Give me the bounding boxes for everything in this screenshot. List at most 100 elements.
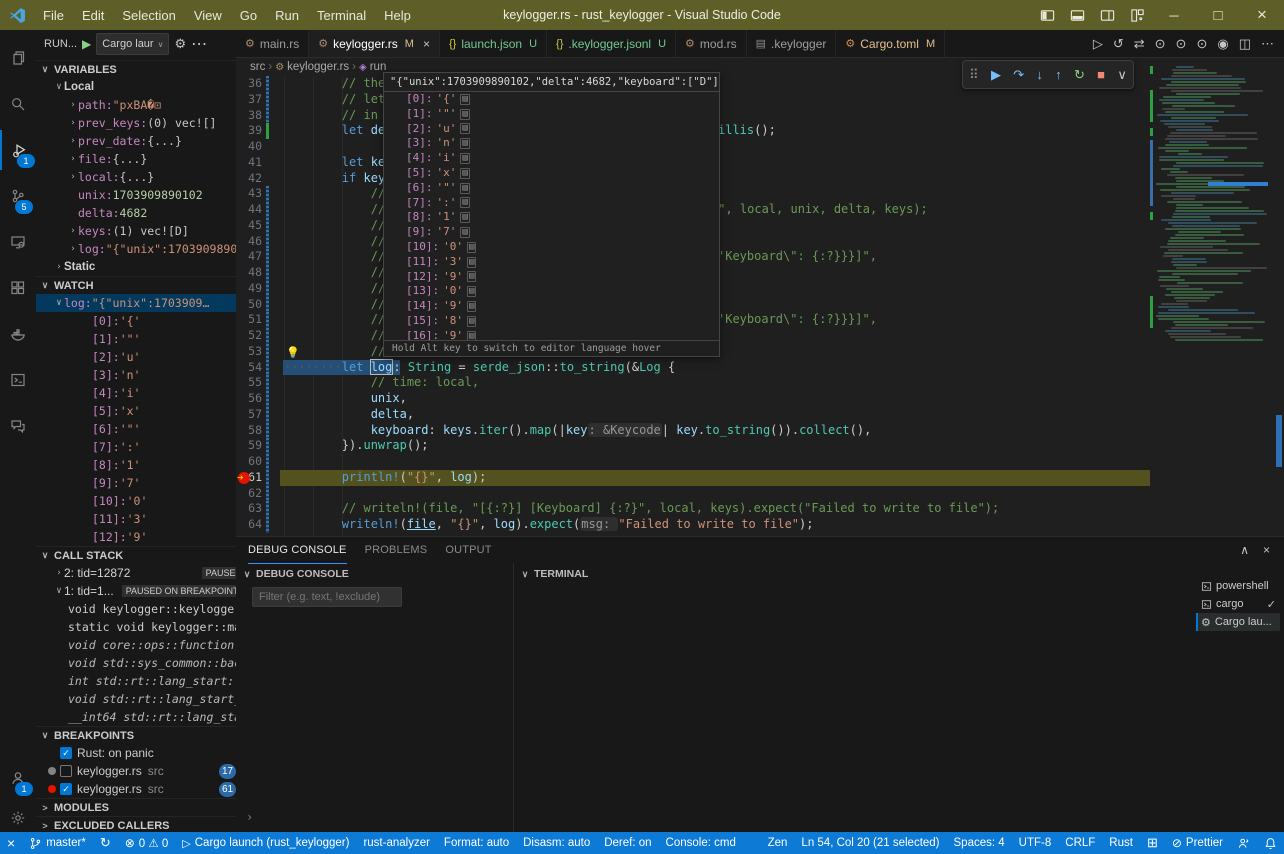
run-file-icon[interactable]: ▷ bbox=[1093, 36, 1103, 52]
continue-icon[interactable]: ▶ bbox=[991, 67, 1001, 83]
variable-file[interactable]: ›file: {...} bbox=[36, 150, 237, 168]
hover-char-row[interactable]: [9]:'7'▤ bbox=[384, 225, 719, 240]
variable-keys[interactable]: ›keys: (1) vec![D] bbox=[36, 222, 237, 240]
hover-char-row[interactable]: [12]:'9'▤ bbox=[384, 270, 719, 285]
activity-terminal[interactable] bbox=[0, 360, 36, 400]
activity-run-and-debug[interactable]: 1 bbox=[0, 130, 38, 170]
stack-frame-4[interactable]: int std::rt::lang_start::cl bbox=[36, 672, 237, 690]
modules-section-header[interactable]: >MODULES bbox=[36, 798, 236, 816]
panel-tab-debug-console[interactable]: DEBUG CONSOLE bbox=[248, 537, 347, 564]
step-out-icon[interactable]: ↑ bbox=[1055, 67, 1062, 82]
stack-frame-1[interactable]: static void keylogger::main bbox=[36, 618, 237, 636]
customize-layout-icon[interactable] bbox=[1122, 0, 1152, 30]
activity-comments[interactable] bbox=[0, 406, 36, 446]
watch-item-6[interactable]: [6]: '"' bbox=[36, 420, 237, 438]
menu-view[interactable]: View bbox=[185, 0, 231, 30]
menu-selection[interactable]: Selection bbox=[113, 0, 184, 30]
watch-item-11[interactable]: [11]: '3' bbox=[36, 510, 237, 528]
hover-char-row[interactable]: [10]:'0'▤ bbox=[384, 240, 719, 255]
activity-remote-explorer[interactable] bbox=[0, 222, 36, 262]
hover-char-row[interactable]: [11]:'3'▤ bbox=[384, 255, 719, 270]
view-binary-data-icon[interactable]: ▤ bbox=[460, 212, 469, 223]
view-binary-data-icon[interactable]: ▤ bbox=[467, 286, 476, 297]
maximize-panel-icon[interactable]: ∧ bbox=[1240, 543, 1249, 557]
hover-char-row[interactable]: [3]:'n'▤ bbox=[384, 136, 719, 151]
activity-extensions[interactable] bbox=[0, 268, 36, 308]
menu-terminal[interactable]: Terminal bbox=[308, 0, 375, 30]
close-button[interactable]: × bbox=[1240, 0, 1284, 30]
watch-section-header[interactable]: ∨WATCH bbox=[36, 276, 236, 294]
view-binary-data-icon[interactable]: ▤ bbox=[460, 168, 469, 179]
view-binary-data-icon[interactable]: ▤ bbox=[467, 242, 476, 253]
status-eol[interactable]: CRLF bbox=[1058, 832, 1102, 854]
excluded-callers-section-header[interactable]: >EXCLUDED CALLERS bbox=[36, 816, 236, 832]
variables-section-header[interactable]: ∨VARIABLES bbox=[36, 60, 236, 78]
status-cursor-position[interactable]: Ln 54, Col 20 (21 selected) bbox=[794, 832, 946, 854]
panel-divider[interactable] bbox=[513, 563, 514, 832]
watch-item-10[interactable]: [10]: '0' bbox=[36, 492, 237, 510]
breakpoint-checkbox[interactable]: ✓ bbox=[60, 783, 72, 795]
maximize-button[interactable]: □ bbox=[1196, 0, 1240, 30]
status-disasm[interactable]: Disasm: auto bbox=[516, 832, 597, 854]
variable-log[interactable]: ›log: "{"unix":170390989010… bbox=[36, 240, 237, 258]
status-extension-grid[interactable]: ⊞ bbox=[1140, 832, 1165, 854]
tab-keylogger.rs[interactable]: ⚙keylogger.rsM× bbox=[309, 30, 440, 57]
view-binary-data-icon[interactable]: ▤ bbox=[467, 257, 476, 268]
menu-run[interactable]: Run bbox=[266, 0, 308, 30]
minimize-button[interactable]: ─ bbox=[1152, 0, 1196, 30]
hover-char-row[interactable]: [2]:'u'▤ bbox=[384, 122, 719, 137]
tab-mod.rs[interactable]: ⚙mod.rs bbox=[676, 30, 747, 57]
close-panel-icon[interactable]: × bbox=[1263, 543, 1270, 557]
view-binary-data-icon[interactable]: ▤ bbox=[460, 197, 469, 208]
toggle-panel-icon[interactable] bbox=[1062, 0, 1092, 30]
view-binary-data-icon[interactable]: ▤ bbox=[460, 94, 469, 105]
watch-item-5[interactable]: [5]: 'x' bbox=[36, 402, 237, 420]
thread-2[interactable]: ∨1: tid=1...PAUSED ON BREAKPOINT bbox=[36, 582, 237, 600]
tab-launch.json[interactable]: {}launch.jsonU bbox=[440, 30, 547, 57]
variable-prev_date[interactable]: ›prev_date: {...} bbox=[36, 132, 237, 150]
breadcrumb-item[interactable]: keylogger.rs bbox=[287, 61, 349, 73]
status-deref[interactable]: Deref: on bbox=[597, 832, 658, 854]
status-feedback[interactable] bbox=[1230, 832, 1257, 854]
stack-frame-2[interactable]: void core::ops::function::F bbox=[36, 636, 237, 654]
status-indentation[interactable]: Spaces: 4 bbox=[947, 832, 1012, 854]
session-picker-icon[interactable]: ∨ bbox=[1117, 67, 1127, 83]
call-stack-section-header[interactable]: ∨CALL STACK bbox=[36, 546, 236, 564]
hover-char-row[interactable]: [6]:'"'▤ bbox=[384, 181, 719, 196]
activity-source-control[interactable]: 5 bbox=[0, 176, 36, 216]
watch-item-3[interactable]: [3]: 'n' bbox=[36, 366, 237, 384]
status-git-sync[interactable]: ↻ bbox=[93, 832, 118, 854]
activity-search[interactable] bbox=[0, 84, 36, 124]
tab-.keylogger[interactable]: ▤.keylogger bbox=[747, 30, 837, 57]
minimap[interactable] bbox=[1150, 62, 1272, 536]
status-console[interactable]: Console: cmd bbox=[659, 832, 743, 854]
debug-more-actions[interactable]: ⋯ bbox=[191, 34, 207, 54]
breakpoint-row-1[interactable]: keylogger.rssrc17 bbox=[36, 762, 237, 780]
debug-console-filter-input[interactable] bbox=[252, 587, 402, 607]
stack-frame-6[interactable]: __int64 std::rt::lang_start bbox=[36, 708, 237, 726]
terminal-item-Cargolau[interactable]: ⚙Cargo lau... bbox=[1196, 613, 1280, 631]
variable-unix[interactable]: unix: 1703909890102 bbox=[36, 186, 237, 204]
terminal-item-powershell[interactable]: powershell bbox=[1196, 577, 1280, 595]
status-debug-launch[interactable]: ▷Cargo launch (rust_keylogger) bbox=[175, 832, 356, 854]
watch-expression-log[interactable]: ∨log: "{"unix":1703909890…× bbox=[36, 294, 237, 312]
hover-char-row[interactable]: [8]:'1'▤ bbox=[384, 210, 719, 225]
status-problems[interactable]: ⊗0 ⚠ 0 bbox=[118, 832, 176, 854]
stack-frame-3[interactable]: void std::sys_common::backt bbox=[36, 654, 237, 672]
tab-.keylogger.jsonl[interactable]: {}.keylogger.jsonlU bbox=[547, 30, 676, 57]
hover-char-row[interactable]: [14]:'9'▤ bbox=[384, 299, 719, 314]
panel-tab-problems[interactable]: PROBLEMS bbox=[365, 537, 428, 563]
status-git-branch[interactable]: master* bbox=[22, 832, 93, 854]
stop-icon[interactable]: ■ bbox=[1097, 67, 1105, 82]
nav-current-icon[interactable]: ⊙ bbox=[1176, 36, 1187, 52]
launch-config-dropdown[interactable]: Cargo laur∨ bbox=[96, 33, 169, 55]
watch-item-7[interactable]: [7]: ':' bbox=[36, 438, 237, 456]
breakpoint-row-2[interactable]: ✓keylogger.rssrc61 bbox=[36, 780, 237, 798]
breakpoint-checkbox[interactable] bbox=[60, 765, 72, 777]
hover-char-row[interactable]: [4]:'i'▤ bbox=[384, 151, 719, 166]
watch-item-0[interactable]: [0]: '{' bbox=[36, 312, 237, 330]
stack-frame-5[interactable]: void std::rt::lang_start_in bbox=[36, 690, 237, 708]
step-into-icon[interactable]: ↓ bbox=[1036, 67, 1043, 82]
menu-help[interactable]: Help bbox=[375, 0, 420, 30]
watch-item-1[interactable]: [1]: '"' bbox=[36, 330, 237, 348]
